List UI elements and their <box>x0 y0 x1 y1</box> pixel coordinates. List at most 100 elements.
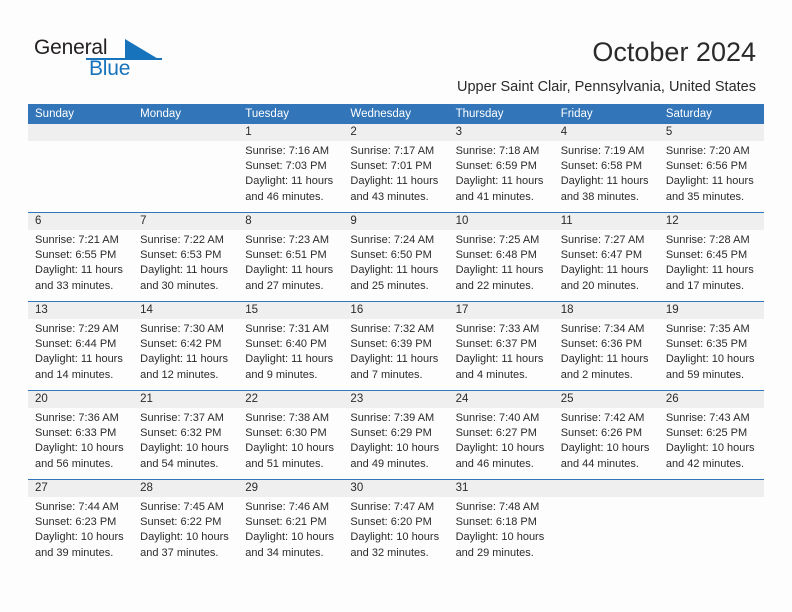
day-cell[interactable]: Sunrise: 7:20 AM Sunset: 6:56 PM Daylight:… <box>659 141 764 212</box>
day-number[interactable]: 12 <box>659 213 764 230</box>
sunset-text: Sunset: 6:39 PM <box>350 338 432 351</box>
daylight-text-line2: and 29 minutes. <box>455 546 534 559</box>
day-cell[interactable]: Sunrise: 7:43 AM Sunset: 6:25 PM Daylight:… <box>659 408 764 479</box>
day-cell[interactable]: Sunrise: 7:45 AM Sunset: 6:22 PM Daylight:… <box>133 497 238 568</box>
day-number[interactable]: 2 <box>343 124 448 141</box>
day-number[interactable]: 10 <box>449 213 554 230</box>
sunset-text: Sunset: 6:35 PM <box>665 338 748 351</box>
day-number[interactable]: 8 <box>238 213 343 230</box>
day-number[interactable]: 19 <box>659 302 764 319</box>
general-blue-logo[interactable]: General Blue <box>34 36 214 86</box>
day-number[interactable]: 4 <box>554 124 659 141</box>
weekday-header-wednesday: Wednesday <box>350 108 411 120</box>
day-cell[interactable]: Sunrise: 7:33 AM Sunset: 6:37 PM Daylight:… <box>449 319 554 390</box>
day-cell[interactable]: Sunrise: 7:48 AM Sunset: 6:18 PM Daylight:… <box>449 497 554 568</box>
day-cell[interactable]: Sunrise: 7:28 AM Sunset: 6:45 PM Daylight:… <box>659 230 764 301</box>
day-number[interactable]: 7 <box>133 213 238 230</box>
day-cell[interactable]: Sunrise: 7:19 AM Sunset: 6:58 PM Daylight:… <box>554 141 659 212</box>
week-cell-row: Sunrise: 7:29 AM Sunset: 6:44 PM Daylight:… <box>28 319 764 390</box>
day-cell[interactable]: Sunrise: 7:38 AM Sunset: 6:30 PM Daylight:… <box>238 408 343 479</box>
day-number[interactable]: 30 <box>343 480 448 497</box>
day-number[interactable]: 26 <box>659 391 764 408</box>
day-cell[interactable]: Sunrise: 7:27 AM Sunset: 6:47 PM Daylight:… <box>554 230 659 301</box>
sunset-text: Sunset: 6:23 PM <box>35 516 117 529</box>
day-cell[interactable]: Sunrise: 7:46 AM Sunset: 6:21 PM Daylight:… <box>238 497 343 568</box>
daylight-text-line1: Daylight: 10 hours <box>455 442 545 455</box>
daylight-text-line1: Daylight: 10 hours <box>245 531 334 544</box>
day-number[interactable]: 11 <box>554 213 659 230</box>
sunset-text: Sunset: 6:27 PM <box>455 427 537 440</box>
day-number[interactable]: 5 <box>659 124 764 141</box>
sunrise-text: Sunrise: 7:31 AM <box>245 323 330 335</box>
day-number[interactable]: 13 <box>28 302 133 319</box>
daylight-text-line2: and 27 minutes. <box>245 279 324 292</box>
day-cell[interactable]: Sunrise: 7:40 AM Sunset: 6:27 PM Daylight:… <box>449 408 554 479</box>
day-cell[interactable]: Sunrise: 7:44 AM Sunset: 6:23 PM Daylight:… <box>28 497 133 568</box>
day-number[interactable]: 27 <box>28 480 133 497</box>
day-cell[interactable]: Sunrise: 7:17 AM Sunset: 7:01 PM Daylight:… <box>343 141 448 212</box>
daylight-text-line2: and 30 minutes. <box>140 279 219 292</box>
day-number[interactable]: 14 <box>133 302 238 319</box>
day-number[interactable]: 24 <box>449 391 554 408</box>
calendar-week-row: 13 14 15 16 17 18 19 Sunrise: 7:29 AM Sunset: 6:… <box>28 301 764 390</box>
sunset-text: Sunset: 6:50 PM <box>350 249 432 262</box>
day-number[interactable]: 20 <box>28 391 133 408</box>
day-number[interactable]: 17 <box>449 302 554 319</box>
day-number[interactable]: 23 <box>343 391 448 408</box>
day-number[interactable]: 9 <box>343 213 448 230</box>
day-number[interactable]: 16 <box>343 302 448 319</box>
week-cell-row: Sunrise: 7:36 AM Sunset: 6:33 PM Daylight:… <box>28 408 764 479</box>
calendar-week-row: 20 21 22 23 24 25 26 Sunrise: 7:36 AM Sunset: 6:… <box>28 390 764 479</box>
day-cell[interactable]: Sunrise: 7:35 AM Sunset: 6:35 PM Daylight:… <box>659 319 764 390</box>
week-daynumber-strip: 12345 <box>28 124 764 141</box>
sunrise-text: Sunrise: 7:25 AM <box>455 234 540 246</box>
sunset-text: Sunset: 6:40 PM <box>245 338 327 351</box>
sunset-text: Sunset: 6:26 PM <box>560 427 643 440</box>
day-cell[interactable]: Sunrise: 7:36 AM Sunset: 6:33 PM Daylight:… <box>28 408 133 479</box>
daylight-text-line1: Daylight: 11 hours <box>140 353 228 366</box>
sunset-text: Sunset: 7:01 PM <box>350 160 432 173</box>
day-cell[interactable]: Sunrise: 7:37 AM Sunset: 6:32 PM Daylight:… <box>133 408 238 479</box>
sunrise-text: Sunrise: 7:40 AM <box>455 412 540 424</box>
day-cell[interactable]: Sunrise: 7:42 AM Sunset: 6:26 PM Daylight:… <box>554 408 659 479</box>
day-cell[interactable]: Sunrise: 7:30 AM Sunset: 6:42 PM Daylight:… <box>133 319 238 390</box>
day-number[interactable]: 21 <box>133 391 238 408</box>
day-number[interactable]: 6 <box>28 213 133 230</box>
week-cell-row: Sunrise: 7:21 AM Sunset: 6:55 PM Daylight:… <box>28 230 764 301</box>
day-cell[interactable]: Sunrise: 7:32 AM Sunset: 6:39 PM Daylight:… <box>343 319 448 390</box>
day-cell[interactable]: Sunrise: 7:16 AM Sunset: 7:03 PM Daylight:… <box>238 141 343 212</box>
day-cell[interactable]: Sunrise: 7:25 AM Sunset: 6:48 PM Daylight:… <box>449 230 554 301</box>
daylight-text-line1: Daylight: 10 hours <box>665 353 755 366</box>
day-number[interactable]: 28 <box>133 480 238 497</box>
day-number[interactable]: 15 <box>238 302 343 319</box>
sunrise-text: Sunrise: 7:38 AM <box>245 412 330 424</box>
daylight-text-line1: Daylight: 11 hours <box>455 175 544 188</box>
daylight-text-line1: Daylight: 10 hours <box>350 531 440 544</box>
sunrise-text: Sunrise: 7:20 AM <box>665 145 750 157</box>
day-cell[interactable]: Sunrise: 7:21 AM Sunset: 6:55 PM Daylight:… <box>28 230 133 301</box>
day-number[interactable]: 25 <box>554 391 659 408</box>
day-number[interactable]: 22 <box>238 391 343 408</box>
day-cell[interactable]: Sunrise: 7:18 AM Sunset: 6:59 PM Daylight:… <box>449 141 554 212</box>
day-cell[interactable]: Sunrise: 7:22 AM Sunset: 6:53 PM Daylight:… <box>133 230 238 301</box>
day-number[interactable]: 29 <box>238 480 343 497</box>
day-cell[interactable]: Sunrise: 7:24 AM Sunset: 6:50 PM Daylight:… <box>343 230 448 301</box>
daylight-text-line2: and 56 minutes. <box>35 457 114 470</box>
day-cell[interactable]: Sunrise: 7:47 AM Sunset: 6:20 PM Daylight:… <box>343 497 448 568</box>
day-cell[interactable]: Sunrise: 7:29 AM Sunset: 6:44 PM Daylight:… <box>28 319 133 390</box>
sunset-text: Sunset: 6:18 PM <box>455 516 537 529</box>
day-cell[interactable]: Sunrise: 7:34 AM Sunset: 6:36 PM Daylight:… <box>554 319 659 390</box>
day-number[interactable]: 18 <box>554 302 659 319</box>
sunrise-text: Sunrise: 7:37 AM <box>140 412 224 424</box>
day-cell[interactable]: Sunrise: 7:23 AM Sunset: 6:51 PM Daylight:… <box>238 230 343 301</box>
day-cell[interactable]: Sunrise: 7:39 AM Sunset: 6:29 PM Daylight:… <box>343 408 448 479</box>
sunset-text: Sunset: 6:58 PM <box>560 160 643 173</box>
day-number[interactable]: 31 <box>449 480 554 497</box>
day-number[interactable]: 1 <box>238 124 343 141</box>
sunset-text: Sunset: 6:59 PM <box>455 160 537 173</box>
day-cell[interactable]: Sunrise: 7:31 AM Sunset: 6:40 PM Daylight:… <box>238 319 343 390</box>
sunset-text: Sunset: 6:44 PM <box>35 338 117 351</box>
day-number[interactable]: 3 <box>449 124 554 141</box>
calendar-week-row: 1 2 3 4 5 Sunrise: 7:16 AM Sunset: 7:03 PM Dayl… <box>28 124 764 212</box>
day-cell-empty <box>659 497 764 568</box>
